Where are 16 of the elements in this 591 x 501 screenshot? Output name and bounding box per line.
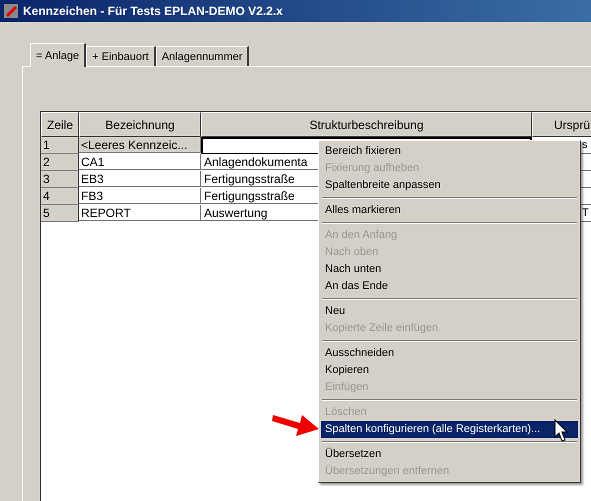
row-number: 2	[41, 154, 79, 171]
table-cell: T	[582, 207, 589, 219]
row-number: 4	[41, 188, 79, 205]
window-title: Kennzeichen - Für Tests EPLAN-DEMO V2.2.x	[23, 4, 283, 18]
row-number: 1	[41, 137, 79, 154]
row-number: 3	[41, 171, 79, 188]
table-cell: s	[582, 139, 588, 151]
table-cell: Anlagendokumenta	[201, 154, 319, 170]
table-cell: EB3	[79, 171, 201, 187]
table-cell: CA1	[79, 154, 201, 170]
table-cell: REPORT	[79, 205, 201, 221]
table-cell: <Leeres Kennzeic...	[79, 137, 201, 153]
row-number: 5	[41, 205, 79, 222]
table-cell: Fertigungsstraße	[201, 171, 319, 187]
table-cell: Fertigungsstraße	[201, 188, 319, 204]
table-cell: FB3	[79, 188, 201, 204]
